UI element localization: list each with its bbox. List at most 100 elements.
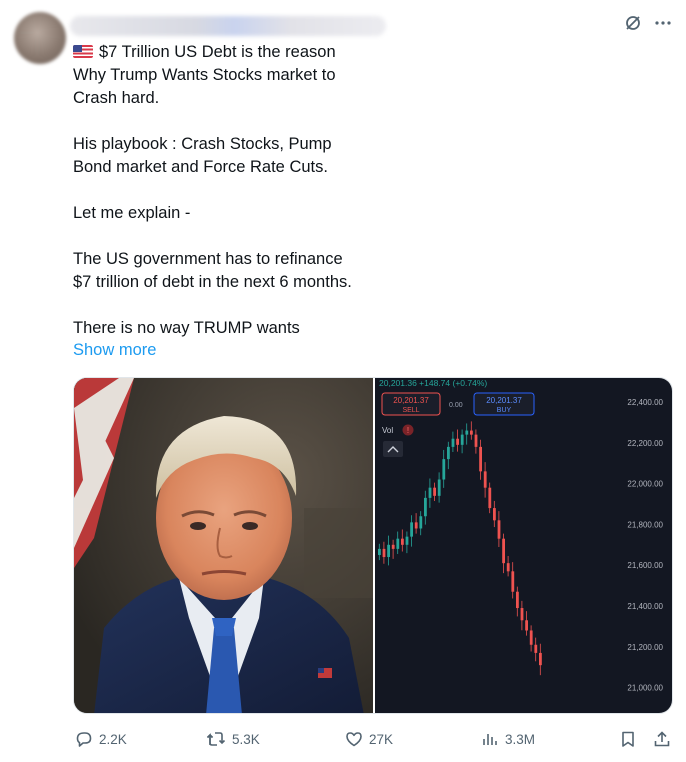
tweet-text: $7 Trillion US Debt is the reason Why Tr… <box>73 41 393 340</box>
tweet-line: The US government has to refinance <box>73 250 343 268</box>
tweet-line: $7 Trillion US Debt is the reason <box>73 41 393 64</box>
tweet-line: Bond market and Force Rate Cuts. <box>73 158 328 176</box>
candle-body <box>442 459 446 480</box>
avatar[interactable] <box>14 12 66 64</box>
candle-body <box>474 434 478 447</box>
grok-icon[interactable] <box>624 14 642 32</box>
tweet-line: Why Trump Wants Stocks market to <box>73 66 336 84</box>
line-break <box>73 294 393 317</box>
candle-body <box>396 538 400 549</box>
candle-body <box>497 520 501 539</box>
candle-body <box>470 430 473 435</box>
show-more-link[interactable]: Show more <box>73 341 156 360</box>
tweet-card: $7 Trillion US Debt is the reason Why Tr… <box>0 0 686 762</box>
candle-body <box>433 487 436 496</box>
views-button[interactable]: 3.3M <box>481 730 535 748</box>
sell-label: SELL <box>402 407 419 414</box>
candle-body <box>424 497 427 517</box>
candle-body <box>520 608 524 621</box>
chart-header: 20,201.36 +148.74 (+0.74%) <box>379 378 487 388</box>
author-name-blurred[interactable] <box>70 16 386 36</box>
candle-body <box>479 446 482 472</box>
tweet-line: Let me explain - <box>73 204 191 222</box>
views-icon <box>483 734 497 745</box>
candle-body <box>419 516 423 529</box>
buy-label: BUY <box>497 407 512 414</box>
buy-box[interactable]: 20,201.37 BUY <box>473 392 535 416</box>
candle-body <box>525 620 528 631</box>
candle-body <box>502 538 505 564</box>
tweet-actions: 2.2K 5.3K 27K 3.3M <box>73 730 673 754</box>
candle-body <box>410 522 413 537</box>
price-level-label: 21,000.00 <box>627 684 663 693</box>
heart-icon <box>346 732 362 747</box>
price-axis: 22,400.00 22,200.00 22,000.00 21,800.00 21,6… <box>627 398 663 693</box>
bookmark-button[interactable] <box>619 730 637 748</box>
tweet-line: There is no way TRUMP wants <box>73 319 300 337</box>
sell-box[interactable]: 20,201.37 SELL <box>381 392 441 416</box>
candle-body <box>506 563 510 572</box>
candle-body <box>401 538 404 545</box>
candle-body <box>460 434 464 445</box>
share-button[interactable] <box>653 730 671 748</box>
vol-alert-icon[interactable]: ! <box>402 424 414 436</box>
candle-body <box>516 591 519 609</box>
candle-body <box>391 544 395 549</box>
candle-body <box>428 487 432 498</box>
candle-body <box>529 630 533 645</box>
reply-icon <box>76 732 92 747</box>
price-level-label: 21,200.00 <box>627 643 663 652</box>
line-break <box>73 225 393 248</box>
like-count: 27K <box>369 731 394 747</box>
price-level-label: 21,800.00 <box>627 520 663 529</box>
tweet-media: 20,201.36 +148.74 (+0.74%) 20,201.37 SEL… <box>73 377 673 714</box>
candle-body <box>456 438 459 445</box>
reply-count: 2.2K <box>99 731 127 747</box>
candle-body <box>511 571 515 592</box>
candle-body <box>382 548 386 558</box>
repost-icon <box>206 732 226 746</box>
candle-body <box>451 438 455 447</box>
candle-body <box>488 487 492 509</box>
candle-body <box>534 644 538 653</box>
candle-body <box>483 471 487 488</box>
tweet-top-actions <box>624 14 672 32</box>
repost-count: 5.3K <box>232 731 260 747</box>
like-button[interactable]: 27K <box>345 730 393 748</box>
candle-body <box>387 544 390 558</box>
share-icon <box>654 731 670 747</box>
views-count: 3.3M <box>505 731 536 747</box>
tweet-line: His playbook : Crash Stocks, Pump <box>73 135 332 153</box>
spread-value: 0.00 <box>449 402 463 409</box>
candle-body <box>414 522 418 529</box>
candles <box>378 421 542 676</box>
portrait-photo[interactable] <box>74 378 373 713</box>
vol-label: Vol <box>382 426 393 435</box>
candle-body <box>405 536 409 545</box>
price-level-label: 21,400.00 <box>627 602 663 611</box>
repost-button[interactable]: 5.3K <box>206 730 260 748</box>
candle-body <box>447 446 450 460</box>
buy-price: 20,201.37 <box>486 396 522 405</box>
candle-body <box>493 508 496 521</box>
line-break <box>73 179 393 202</box>
us-flag-icon <box>73 45 93 58</box>
candle-body <box>437 479 441 496</box>
svg-text:!: ! <box>407 426 409 435</box>
candle-body <box>539 652 542 666</box>
sell-price: 20,201.37 <box>393 396 429 405</box>
reply-button[interactable]: 2.2K <box>75 730 127 748</box>
candlestick-chart[interactable]: 20,201.36 +148.74 (+0.74%) 20,201.37 SEL… <box>375 378 672 713</box>
line-break <box>73 110 393 133</box>
bookmark-icon <box>622 731 634 747</box>
collapse-chevron-icon[interactable] <box>383 441 403 457</box>
tweet-line: $7 trillion of debt in the next 6 months… <box>73 273 352 291</box>
price-level-label: 22,000.00 <box>627 480 663 489</box>
more-options-icon[interactable] <box>654 14 672 32</box>
price-level-label: 22,200.00 <box>627 439 663 448</box>
candle-body <box>378 548 381 555</box>
price-level-label: 22,400.00 <box>627 398 663 407</box>
candle-body <box>465 430 469 435</box>
tweet-line: Crash hard. <box>73 89 160 107</box>
chart-canvas: 20,201.36 +148.74 (+0.74%) 20,201.37 SEL… <box>378 378 664 693</box>
